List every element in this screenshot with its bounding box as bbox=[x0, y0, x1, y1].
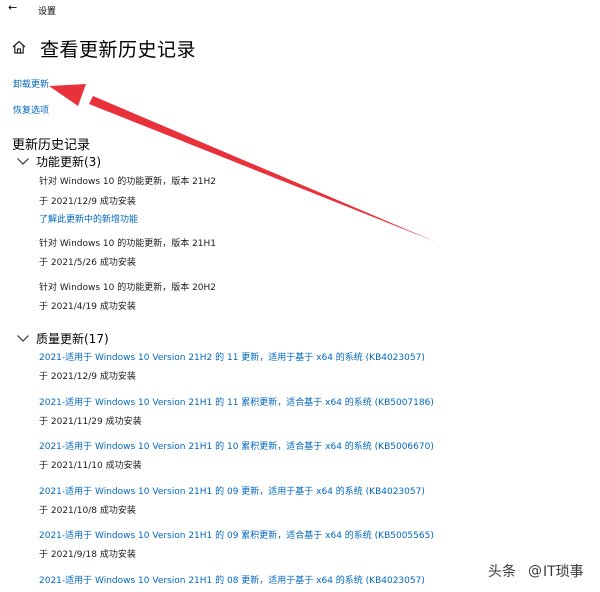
update-history-title: 更新历史记录 bbox=[12, 138, 91, 153]
watermark-at: @ bbox=[528, 563, 542, 579]
chevron-down-icon bbox=[17, 158, 29, 165]
title-bar: ← 设置 bbox=[0, 0, 600, 20]
list-item: 针对 Windows 10 的功能更新，版本 20H2 于 2021/4/19 … bbox=[39, 282, 216, 313]
update-title-link[interactable]: 2021-适用于 Windows 10 Version 21H1 的 10 累积… bbox=[39, 441, 434, 453]
watermark-account: IT琐事 bbox=[543, 564, 584, 580]
list-item: 2021-适用于 Windows 10 Version 21H2 的 11 更新… bbox=[39, 352, 425, 383]
update-title-link[interactable]: 2021-适用于 Windows 10 Version 21H1 的 11 累积… bbox=[39, 397, 434, 409]
home-icon[interactable] bbox=[11, 39, 27, 55]
update-title: 针对 Windows 10 的功能更新，版本 21H1 bbox=[39, 239, 217, 249]
watermark: 头条 @ IT琐事 bbox=[488, 561, 584, 581]
update-status: 于 2021/9/18 成功安装 bbox=[39, 550, 136, 560]
whats-new-link[interactable]: 了解此更新中的新增功能 bbox=[39, 214, 216, 226]
quality-updates-label: 质量更新(17) bbox=[36, 331, 109, 346]
update-status: 于 2021/5/26 成功安装 bbox=[39, 258, 136, 268]
update-status: 于 2021/10/8 成功安装 bbox=[39, 506, 136, 516]
back-arrow-icon[interactable]: ← bbox=[8, 1, 17, 14]
quality-updates-group-header[interactable]: 质量更新(17) bbox=[16, 329, 109, 347]
update-title: 针对 Windows 10 的功能更新，版本 20H2 bbox=[39, 283, 217, 293]
uninstall-updates-link[interactable]: 卸载更新 bbox=[13, 77, 49, 90]
watermark-source: 头条 bbox=[488, 564, 516, 580]
list-item: 2021-适用于 Windows 10 Version 21H1 的 09 更新… bbox=[39, 486, 425, 517]
feature-updates-group-header[interactable]: 功能更新(3) bbox=[16, 152, 101, 170]
chevron-down-icon bbox=[17, 335, 29, 342]
page-title: 查看更新历史记录 bbox=[40, 39, 197, 61]
list-item: 2021-适用于 Windows 10 Version 21H1 的 08 更新… bbox=[39, 575, 425, 587]
update-status: 于 2021/11/29 成功安装 bbox=[39, 417, 142, 427]
update-status: 于 2021/12/9 成功安装 bbox=[39, 197, 136, 207]
list-item: 2021-适用于 Windows 10 Version 21H1 的 09 累积… bbox=[39, 530, 434, 561]
window-title: 设置 bbox=[38, 7, 57, 17]
list-item: 2021-适用于 Windows 10 Version 21H1 的 11 累积… bbox=[39, 397, 434, 428]
list-item: 2021-适用于 Windows 10 Version 21H1 的 10 累积… bbox=[39, 441, 434, 472]
list-item: 针对 Windows 10 的功能更新，版本 21H1 于 2021/5/26 … bbox=[39, 238, 216, 269]
update-title: 针对 Windows 10 的功能更新，版本 21H2 bbox=[39, 177, 217, 187]
update-title-link[interactable]: 2021-适用于 Windows 10 Version 21H1 的 08 更新… bbox=[39, 575, 425, 587]
arrow-head-icon bbox=[49, 84, 86, 106]
feature-updates-label: 功能更新(3) bbox=[36, 154, 101, 169]
recovery-options-link[interactable]: 恢复选项 bbox=[13, 103, 49, 116]
update-status: 于 2021/11/10 成功安装 bbox=[39, 461, 142, 471]
update-title-link[interactable]: 2021-适用于 Windows 10 Version 21H2 的 11 更新… bbox=[39, 352, 425, 364]
list-item: 针对 Windows 10 的功能更新，版本 21H2 于 2021/12/9 … bbox=[39, 176, 216, 226]
update-status: 于 2021/12/9 成功安装 bbox=[39, 372, 136, 382]
update-title-link[interactable]: 2021-适用于 Windows 10 Version 21H1 的 09 累积… bbox=[39, 530, 434, 542]
update-status: 于 2021/4/19 成功安装 bbox=[39, 302, 136, 312]
update-title-link[interactable]: 2021-适用于 Windows 10 Version 21H1 的 09 更新… bbox=[39, 486, 425, 498]
